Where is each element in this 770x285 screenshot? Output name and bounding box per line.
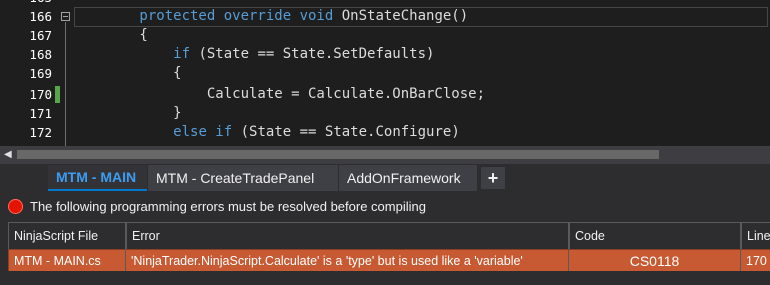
code-editor[interactable]: 165 166 167 168 169 170 171 172 protecte… (0, 0, 770, 146)
error-grid-header: NinjaScript File Error Code Line (8, 222, 770, 249)
scrollbar-thumb[interactable] (17, 150, 659, 159)
line-number: 165 (0, 0, 52, 7)
code-line: if (State == State.SetDefaults) (173, 46, 435, 62)
line-number: 172 (29, 125, 52, 140)
error-code-cell[interactable]: CS0118 (569, 249, 741, 271)
column-header-code[interactable]: Code (569, 222, 741, 249)
line-number: 167 (29, 28, 52, 43)
column-header-error[interactable]: Error (126, 222, 569, 249)
tab-addonframework[interactable]: AddOnFramework (339, 165, 477, 191)
add-tab-button[interactable]: + (481, 167, 505, 189)
table-row[interactable]: MTM - MAIN.cs 'NinjaTrader.NinjaScript.C… (8, 249, 770, 271)
tab-mtm-createtradepanel[interactable]: MTM - CreateTradePanel (148, 165, 338, 191)
error-panel: The following programming errors must be… (0, 192, 770, 285)
line-number: 168 (29, 47, 52, 62)
column-header-file[interactable]: NinjaScript File (8, 222, 126, 249)
line-number: 171 (29, 106, 52, 121)
code-area[interactable]: protected override void OnStateChange() … (72, 0, 770, 146)
error-line-cell[interactable]: 170 (741, 249, 770, 271)
line-number: 169 (29, 66, 52, 81)
error-file-cell[interactable]: MTM - MAIN.cs (8, 249, 126, 271)
code-line: } (72, 105, 182, 121)
line-number: 170 (29, 87, 52, 102)
error-message: The following programming errors must be… (30, 199, 426, 214)
change-marker (55, 86, 60, 103)
error-icon (8, 199, 23, 214)
line-number: 166 (29, 9, 52, 24)
error-description-cell[interactable]: 'NinjaTrader.NinjaScript.Calculate' is a… (126, 249, 569, 271)
file-tab-bar: MTM - MAIN MTM - CreateTradePanel AddOnF… (0, 164, 770, 192)
code-line: else if (State == State.Configure) (173, 124, 460, 140)
code-line: { (72, 65, 182, 81)
code-line: { (72, 27, 148, 43)
column-header-line[interactable]: Line (741, 222, 770, 249)
collapse-region-icon[interactable] (61, 12, 70, 21)
scroll-left-icon[interactable]: ◀ (4, 149, 16, 161)
code-line: protected override void OnStateChange() (72, 8, 469, 24)
fold-guide (65, 22, 66, 146)
line-number-gutter: 165 166 167 168 169 170 171 172 (0, 0, 70, 146)
code-line: Calculate = Calculate.OnBarClose; (72, 86, 486, 102)
tab-mtm-main[interactable]: MTM - MAIN (48, 165, 147, 191)
horizontal-scrollbar[interactable]: ◀ (0, 146, 770, 164)
